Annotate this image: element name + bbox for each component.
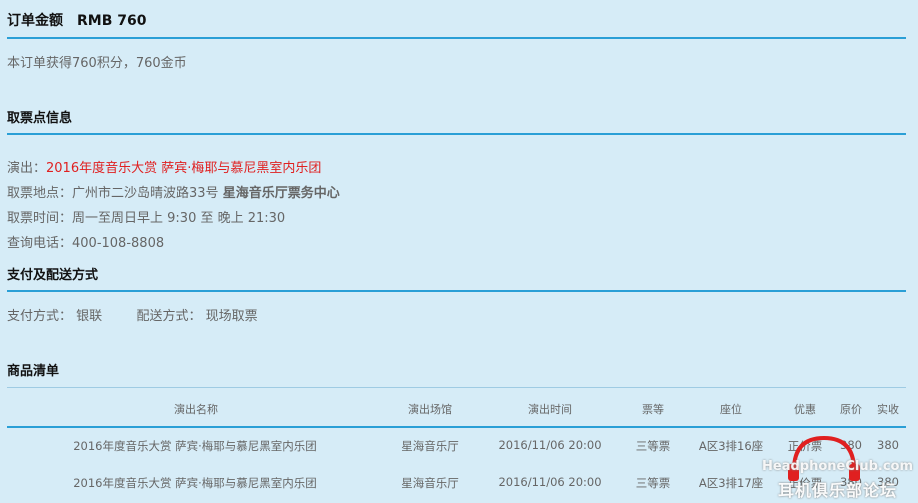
payment-method-value: 银联 [76,309,103,324]
pickup-location-line: 取票地点：广州市二沙岛晴波路33号 星海音乐厅票务中心 [7,182,340,201]
divider [7,290,906,292]
pickup-show-line: 演出：2016年度音乐大赏 萨宾·梅耶与慕尼黑室内乐团 [7,157,321,176]
pickup-phone-value: 400-108-8808 [72,236,165,251]
points-note: 本订单获得760积分，760金币 [7,56,187,71]
pickup-show-value[interactable]: 2016年度音乐大赏 萨宾·梅耶与慕尼黑室内乐团 [46,161,321,176]
pickup-time-label: 取票时间： [7,211,73,226]
column-header: 原价 [840,403,862,416]
payment-method-label: 支付方式： [7,309,73,324]
pickup-phone-label: 查询电话： [7,236,73,251]
column-header: 演出时间 [528,403,572,416]
divider [7,37,906,39]
cell-venue: 星海音乐厅 [401,439,459,453]
items-section-title: 商品清单 [7,364,60,379]
pickup-location-label: 取票地点： [7,186,73,201]
order-amount-label: 订单金额 [7,13,63,29]
column-header: 优惠 [794,403,816,416]
watermark-line1: HeadphoneClub.com [762,459,914,474]
payment-line: 支付方式： 银联 配送方式： 现场取票 [7,305,258,324]
column-header: 演出场馆 [408,403,452,416]
watermark: HeadphoneClub.com 耳机俱乐部论坛 [760,430,915,500]
divider [7,387,906,388]
cell-show-name[interactable]: 2016年度音乐大赏 萨宾·梅耶与慕尼黑室内乐团 [30,475,360,491]
divider [7,426,906,428]
cell-time: 2016/11/06 20:00 [498,475,602,489]
column-header: 演出名称 [174,403,218,416]
cell-tier: 三等票 [635,476,671,490]
cell-tier: 三等票 [635,439,671,453]
cell-venue: 星海音乐厅 [401,476,459,490]
watermark-line2: 耳机俱乐部论坛 [778,481,898,500]
cell-show-name[interactable]: 2016年度音乐大赏 萨宾·梅耶与慕尼黑室内乐团 [30,438,360,454]
order-amount-heading: 订单金额 RMB 760 [7,10,146,30]
payment-section-title: 支付及配送方式 [7,268,99,283]
pickup-location-place: 星海音乐厅票务中心 [222,186,340,201]
delivery-method-value: 现场取票 [205,309,258,324]
pickup-phone-line: 查询电话：400-108-8808 [7,232,164,251]
column-header: 座位 [720,403,742,416]
pickup-location-value: 广州市二沙岛晴波路33号 [72,186,219,201]
order-amount-value: RMB 760 [77,13,147,29]
pickup-show-label: 演出： [7,161,47,176]
pickup-time-value: 周一至周日早上 9:30 至 晚上 21:30 [72,211,286,226]
pickup-time-line: 取票时间：周一至周日早上 9:30 至 晚上 21:30 [7,207,285,226]
column-header: 票等 [642,403,664,416]
divider [7,133,906,135]
cell-time: 2016/11/06 20:00 [498,438,602,452]
pickup-section-title: 取票点信息 [7,111,73,126]
delivery-method-label: 配送方式： [136,309,202,324]
column-header: 实收 [877,403,899,416]
